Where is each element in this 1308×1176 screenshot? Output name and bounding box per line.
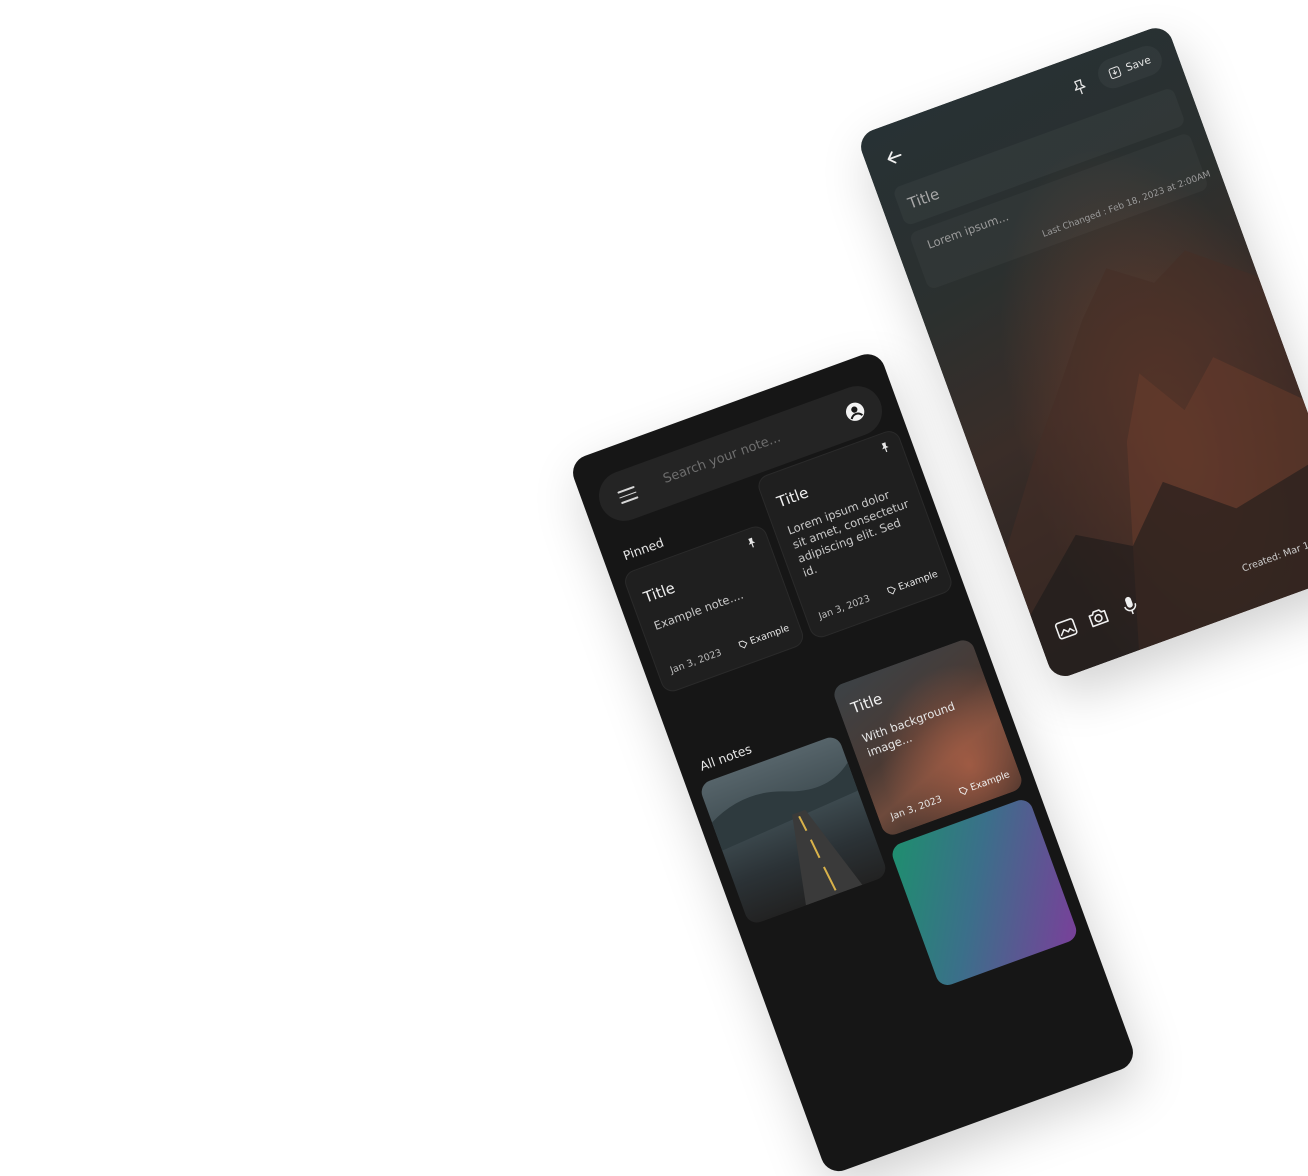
note-title: Title: [641, 578, 678, 607]
user-avatar-icon[interactable]: [841, 398, 869, 426]
note-tag[interactable]: Example: [886, 568, 940, 598]
tag-icon: [886, 586, 896, 595]
save-button-label: Save: [1124, 54, 1153, 75]
note-date: Jan 3, 2023: [817, 593, 872, 623]
pin-icon[interactable]: [744, 535, 759, 550]
note-date: Jan 3, 2023: [889, 793, 944, 823]
note-date: Jan 3, 2023: [668, 647, 724, 677]
hamburger-menu-icon[interactable]: [614, 480, 642, 508]
pinned-section-label: Pinned: [620, 534, 666, 564]
note-tag-label: Example: [896, 568, 940, 594]
save-button[interactable]: Save: [1093, 41, 1167, 93]
note-tag[interactable]: Example: [737, 623, 791, 652]
back-arrow-icon[interactable]: [880, 143, 908, 171]
note-tag[interactable]: Example: [958, 769, 1012, 798]
note-title: Title: [774, 483, 811, 512]
note-tag-label: Example: [968, 769, 1012, 794]
note-title: Title: [848, 689, 885, 718]
save-icon: [1108, 66, 1122, 79]
pin-outline-icon[interactable]: [1068, 76, 1091, 99]
pin-icon[interactable]: [878, 440, 893, 455]
note-tag-label: Example: [748, 622, 791, 648]
tag-icon: [738, 640, 748, 649]
tag-icon: [958, 787, 968, 796]
